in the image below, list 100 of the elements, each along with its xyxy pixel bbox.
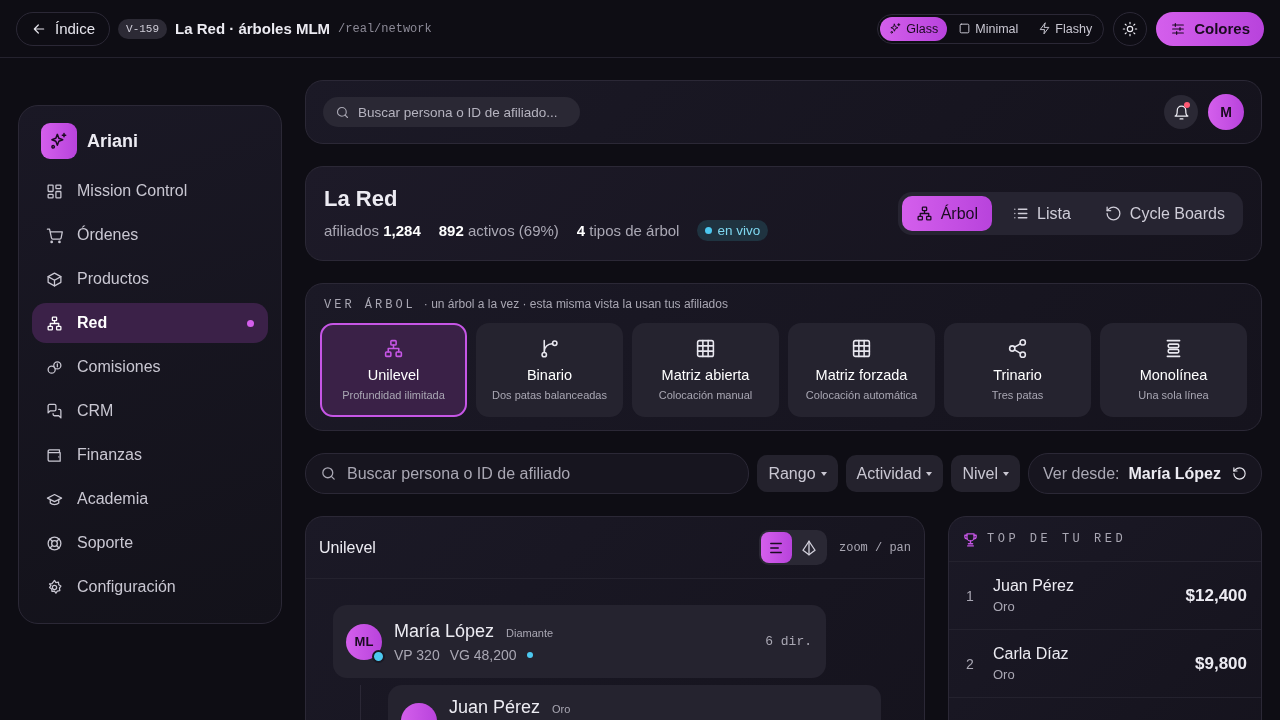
style-tab[interactable]: Minimal	[949, 16, 1028, 41]
wallet-icon	[46, 446, 63, 464]
square-icon	[958, 22, 972, 35]
layout-toggle[interactable]	[761, 532, 792, 563]
stat-text: afiliados 1,284	[324, 222, 421, 239]
tree-type-card[interactable]: Trinario Tres patas	[944, 323, 1091, 417]
view-tab[interactable]: Lista	[998, 196, 1085, 231]
search-field[interactable]: Buscar persona o ID de afiliado...	[323, 97, 580, 127]
network-icon	[915, 205, 933, 222]
nav-item[interactable]: Finanzas	[32, 435, 268, 475]
vp-value: VP 320	[394, 646, 440, 663]
panel-title: Unilevel	[319, 538, 377, 557]
dashboard-icon	[46, 182, 63, 200]
trophy-icon	[962, 530, 979, 548]
version-badge: V-159	[118, 18, 168, 39]
tree-type-card[interactable]: Matriz abierta Colocación manual	[632, 323, 779, 417]
brand-name: Ariani	[87, 130, 138, 152]
search-input[interactable]: Buscar persona o ID de afiliado	[347, 464, 735, 483]
rank-label: Oro	[552, 703, 571, 715]
caret-icon	[820, 471, 827, 476]
rank-label: Diamante	[506, 626, 554, 639]
rank-label: Oro	[993, 667, 1016, 682]
amount-value: $12,400	[1185, 585, 1247, 606]
tree-node-card[interactable]: Juan Pérez Oro	[388, 685, 881, 720]
tree-type-card[interactable]: Binario Dos patas balanceadas	[476, 323, 623, 417]
sparkles-icon	[49, 131, 69, 151]
tree-node-card[interactable]: ML María López Diamante VP 320 VG 48,200 6 dir.	[333, 605, 826, 678]
search-field[interactable]: Buscar persona o ID de afiliado	[305, 453, 750, 494]
share-icon	[1007, 338, 1028, 359]
network-icon	[46, 314, 63, 332]
network-icon	[383, 338, 404, 359]
tree-type-card[interactable]: Matriz forzada Colocación automática	[788, 323, 935, 417]
rank-label: Oro	[993, 599, 1016, 614]
view-tab[interactable]: Cycle Boards	[1090, 196, 1239, 231]
stat-text: 4 tipos de árbol	[576, 222, 680, 239]
nav-item[interactable]: Órdenes	[32, 215, 268, 255]
vg-value: VG 48,200	[449, 646, 517, 663]
search-icon	[320, 465, 337, 482]
nav-item[interactable]: Red	[32, 303, 268, 343]
person-name: Juan Pérez	[993, 577, 1075, 595]
box-icon	[46, 270, 63, 288]
rank-number: 1	[966, 587, 975, 604]
nav-item[interactable]: Soporte	[32, 523, 268, 563]
colors-button[interactable]: Colores	[1156, 11, 1264, 46]
user-avatar[interactable]: M	[1208, 94, 1244, 130]
coins-icon	[46, 358, 63, 376]
style-tab[interactable]: Glass	[880, 16, 948, 41]
bell-icon	[1172, 103, 1190, 121]
branch-icon	[539, 338, 560, 359]
view-from-value: María López	[1128, 464, 1221, 483]
tree-type-card[interactable]: Monolínea Una sola línea	[1100, 323, 1247, 417]
live-badge: en vivo	[697, 220, 769, 241]
panel-title: TOP DE TU RED	[987, 532, 1127, 546]
caret-icon	[926, 471, 933, 476]
stat-text: 892 activos (69%)	[438, 222, 559, 239]
rank-number: 2	[966, 655, 975, 672]
settings-icon	[46, 578, 63, 596]
person-name: María López	[394, 620, 495, 642]
section-label: VER ÁRBOL	[324, 298, 416, 312]
tree-type-card[interactable]: Unilevel Profundidad ilimitada	[320, 323, 467, 417]
section-note: · un árbol a la vez · esta misma vista la usan tus afiliados	[423, 297, 728, 311]
sparkles-icon	[889, 22, 903, 35]
reset-button[interactable]	[1232, 466, 1247, 481]
cart-icon	[46, 226, 63, 244]
section-title: La Red	[324, 186, 399, 212]
lightning-icon	[1038, 22, 1052, 35]
person-name: Juan Pérez	[449, 697, 541, 718]
filter-dropdown[interactable]: Nivel	[951, 455, 1021, 492]
lifebuoy-icon	[46, 534, 63, 552]
caret-icon	[1003, 471, 1010, 476]
zoom-hint: zoom / pan	[839, 540, 911, 555]
view-tab[interactable]: Árbol	[901, 196, 993, 231]
nav-item[interactable]: Comisiones	[32, 347, 268, 387]
search-icon	[335, 104, 350, 120]
person-name: Carla Díaz	[993, 645, 1070, 663]
nav-item[interactable]: Productos	[32, 259, 268, 299]
chat-icon	[46, 402, 63, 420]
filter-dropdown[interactable]: Actividad	[845, 455, 944, 492]
grid-icon	[851, 338, 872, 359]
nav-item[interactable]: Mission Control	[32, 171, 268, 211]
route-path: /real/network	[338, 21, 432, 36]
search-input[interactable]: Buscar persona o ID de afiliado...	[358, 104, 568, 120]
nav-item[interactable]: Academia	[32, 479, 268, 519]
page-title: La Red · árboles MLM	[175, 20, 331, 37]
amount-value: $9,800	[1195, 653, 1247, 674]
avatar-circle: ML	[346, 623, 382, 660]
notifications-button[interactable]	[1164, 95, 1198, 129]
filter-dropdown[interactable]: Rango	[757, 455, 838, 492]
rotate-icon	[1104, 205, 1122, 222]
pyramid-icon	[800, 538, 819, 557]
active-dot-icon	[247, 319, 254, 327]
nav-item[interactable]: Configuración	[32, 567, 268, 607]
sliders-icon	[1170, 20, 1187, 37]
rotate-icon	[1232, 466, 1247, 481]
view-from-label: Ver desde:	[1043, 464, 1120, 483]
nav-item[interactable]: CRM	[32, 391, 268, 431]
style-tab[interactable]: Flashy	[1029, 16, 1102, 41]
sun-icon	[1122, 20, 1139, 37]
grid-icon	[695, 338, 716, 359]
directs-count: 6 dir.	[765, 634, 812, 649]
